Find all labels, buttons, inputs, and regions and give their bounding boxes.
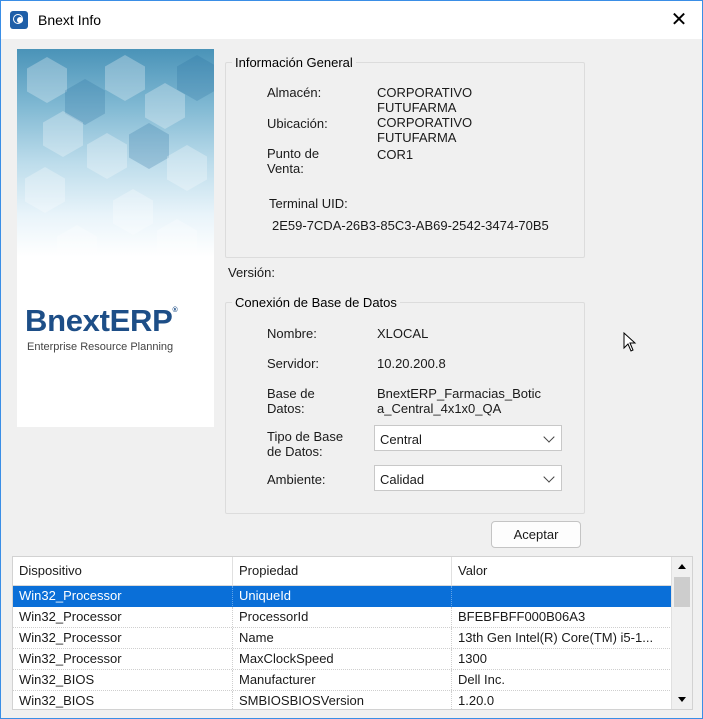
terminal-uid-label: Terminal UID:	[269, 196, 348, 211]
grid-header: Dispositivo Propiedad Valor	[13, 557, 672, 586]
mouse-cursor-icon	[623, 332, 637, 352]
cell-value: Dell Inc.	[458, 672, 505, 687]
version-label: Versión:	[228, 265, 275, 280]
almacen-value: CORPORATIVO FUTUFARMA	[377, 85, 473, 115]
column-header-valor[interactable]: Valor	[452, 557, 672, 585]
cell-value	[452, 586, 672, 606]
cell-property: Manufacturer	[233, 670, 452, 690]
cell-device: Win32_BIOS	[13, 691, 233, 709]
cell-property: Name	[233, 628, 452, 648]
cell-value: 1.20.0	[458, 693, 495, 708]
cell-value: 13th Gen Intel(R) Core(TM) i5-1...	[458, 630, 654, 645]
chevron-down-icon	[543, 431, 555, 443]
nombre-label: Nombre:	[267, 326, 317, 341]
general-info-legend: Información General	[232, 55, 356, 70]
column-header-dispositivo[interactable]: Dispositivo	[13, 557, 233, 585]
cell-property: SMBIOSBIOSVersion	[233, 691, 452, 709]
cell-property: UniqueId	[233, 586, 452, 606]
column-header-propiedad[interactable]: Propiedad	[233, 557, 452, 585]
cell-device: Win32_BIOS	[13, 670, 233, 690]
base-de-datos-label: Base de Datos:	[267, 386, 315, 416]
punto-de-venta-value: COR1	[377, 147, 414, 162]
cell-device: Win32_Processor	[13, 586, 233, 606]
terminal-uid-value: 2E59-7CDA-26B3-85C3-AB69-2542-3474-70B5	[272, 218, 549, 233]
base-de-datos-value: BnextERP_Farmacias_Botic a_Central_4x1x0_…	[377, 386, 542, 416]
cell-value: BFEBFBFF000B06A3	[458, 609, 586, 624]
cell-device: Win32_Processor	[13, 628, 233, 648]
servidor-label: Servidor:	[267, 356, 320, 371]
ubicacion-label: Ubicación:	[267, 116, 328, 131]
servidor-value: 10.20.200.8	[377, 356, 446, 371]
table-row[interactable]: Win32_BIOS Manufacturer Dell Inc.	[13, 670, 672, 691]
cell-property: MaxClockSpeed	[233, 649, 452, 669]
chevron-down-icon	[543, 471, 555, 483]
device-properties-grid[interactable]: Dispositivo Propiedad Valor Win32_Proces…	[12, 556, 693, 710]
grid-vertical-scrollbar[interactable]	[671, 557, 692, 709]
logo-tagline: Enterprise Resource Planning	[27, 341, 174, 353]
ambiente-selected: Calidad	[380, 472, 425, 487]
table-row[interactable]: Win32_Processor ProcessorId BFEBFBFF000B…	[13, 607, 672, 628]
close-button[interactable]: ✕	[656, 1, 702, 39]
table-row[interactable]: Win32_BIOS SMBIOSBIOSVersion 1.20.0	[13, 691, 672, 709]
tipo-base-datos-select[interactable]: Central	[374, 425, 562, 451]
cell-device: Win32_Processor	[13, 649, 233, 669]
cell-property: ProcessorId	[233, 607, 452, 627]
ubicacion-value: CORPORATIVO FUTUFARMA	[377, 115, 473, 145]
tipo-base-datos-selected: Central	[380, 432, 422, 447]
cell-device: Win32_Processor	[13, 607, 233, 627]
accept-button[interactable]: Aceptar	[491, 521, 581, 548]
bnext-banner-image: BnextERP® Enterprise Resource Planning	[17, 49, 214, 427]
app-logo-icon	[10, 11, 28, 29]
db-connection-legend: Conexión de Base de Datos	[232, 295, 400, 310]
scroll-up-arrow-icon[interactable]	[673, 558, 691, 575]
window-title: Bnext Info	[38, 12, 102, 28]
nombre-value: XLOCAL	[377, 326, 429, 341]
bnext-info-window: Bnext Info ✕ BnextERP® Enterprise Resour…	[0, 0, 703, 719]
ambiente-select[interactable]: Calidad	[374, 465, 562, 491]
tipo-base-datos-label: Tipo de Base de Datos:	[267, 429, 344, 459]
table-row[interactable]: Win32_Processor UniqueId	[13, 586, 672, 607]
bnext-erp-logo: BnextERP®	[25, 303, 178, 338]
ambiente-label: Ambiente:	[267, 472, 326, 487]
almacen-label: Almacén:	[267, 85, 322, 100]
table-row[interactable]: Win32_Processor Name 13th Gen Intel(R) C…	[13, 628, 672, 649]
cell-value: 1300	[458, 651, 487, 666]
punto-de-venta-label: Punto de Venta:	[267, 146, 320, 176]
table-row[interactable]: Win32_Processor MaxClockSpeed 1300	[13, 649, 672, 670]
scroll-thumb[interactable]	[674, 577, 690, 607]
scroll-down-arrow-icon[interactable]	[673, 691, 691, 708]
title-bar[interactable]: Bnext Info ✕	[1, 1, 702, 39]
